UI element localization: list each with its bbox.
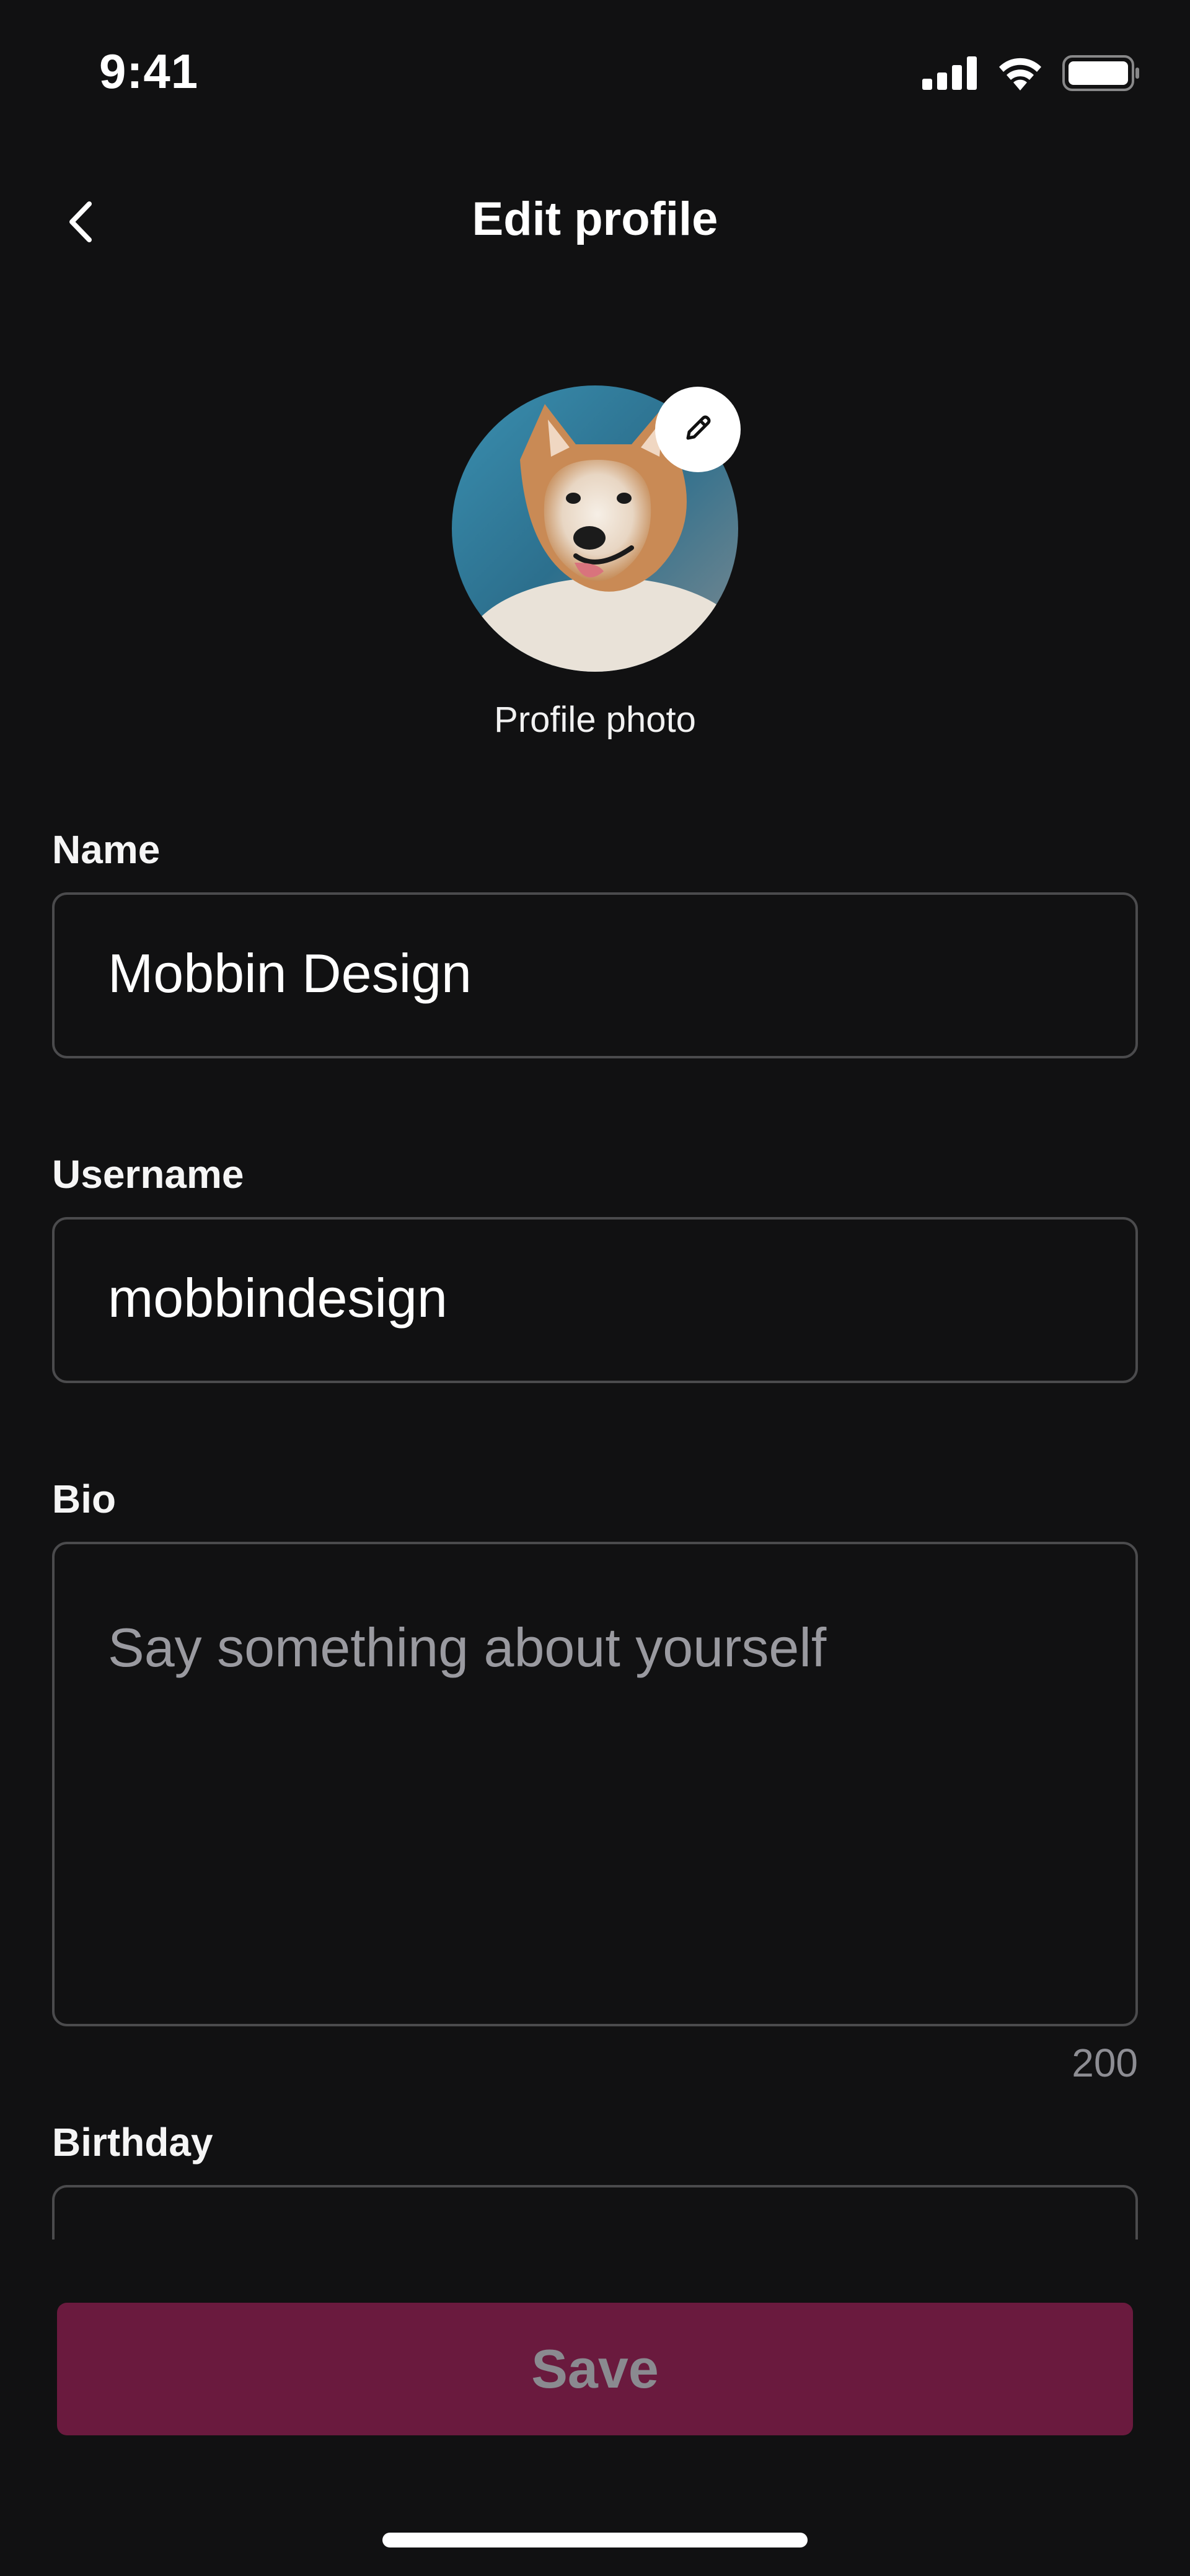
username-field[interactable]: mobbindesign: [52, 1217, 1138, 1383]
status-bar: 9:41: [0, 0, 1190, 143]
page-title: Edit profile: [472, 193, 718, 245]
bio-label: Bio: [52, 1477, 117, 1521]
save-button-label: Save: [531, 2338, 659, 2399]
profile-photo[interactable]: [452, 385, 741, 672]
name-value: Mobbin Design: [108, 943, 472, 1004]
header: Edit profile: [0, 155, 1190, 291]
status-time: 9:41: [99, 44, 199, 99]
wifi-icon: [997, 56, 1044, 94]
bio-placeholder: Say something about yourself: [108, 1617, 827, 1678]
bio-char-count: 200: [1072, 2041, 1138, 2085]
pencil-icon: [681, 411, 715, 449]
status-icons: [922, 53, 1140, 96]
cellular-signal-icon: [922, 56, 978, 93]
username-value: mobbindesign: [108, 1267, 447, 1329]
name-field[interactable]: Mobbin Design: [52, 892, 1138, 1058]
home-indicator: [382, 2533, 808, 2547]
name-label: Name: [52, 827, 161, 872]
profile-photo-label: Profile photo: [494, 700, 696, 740]
edit-photo-button[interactable]: [655, 387, 741, 472]
battery-icon: [1062, 55, 1140, 94]
bio-textarea[interactable]: Say something about yourself: [52, 1542, 1138, 2026]
birthday-field[interactable]: [52, 2185, 1138, 2240]
edit-profile-screen: 9:41 Edit profile Profile photo Name Mob…: [0, 0, 1190, 2576]
save-button[interactable]: Save: [57, 2303, 1133, 2435]
username-label: Username: [52, 1152, 244, 1197]
birthday-label: Birthday: [52, 2120, 213, 2165]
